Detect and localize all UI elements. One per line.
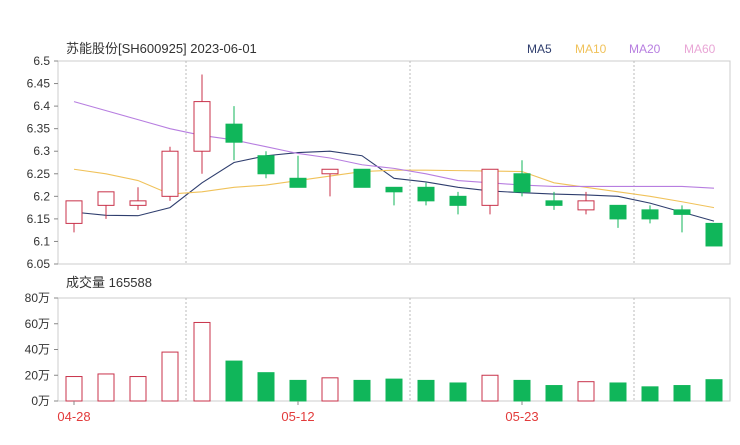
- price-tick-label: 6.4: [33, 99, 50, 113]
- candle-body-up: [481, 168, 499, 206]
- x-axis: 04-28 05-12 05-23: [57, 401, 539, 424]
- volume-bar-up: [321, 377, 339, 402]
- stock-chart: 苏能股份[SH600925] 2023-06-01 MA5 MA10 MA20 MA6…: [0, 0, 740, 440]
- candle-body-down: [609, 204, 627, 220]
- candle: [225, 106, 243, 161]
- price-tick-label: 6.45: [27, 77, 51, 91]
- candle-body-up: [193, 101, 211, 152]
- volume-bar-down: [705, 379, 723, 402]
- price-frame: [57, 60, 731, 265]
- candle: [65, 200, 83, 233]
- legend-item-ma20: MA20: [629, 42, 661, 56]
- x-tick-label: 04-28: [57, 409, 90, 424]
- volume-bar-down: [673, 385, 691, 402]
- candle: [385, 186, 403, 206]
- volume-bar-up: [193, 321, 211, 402]
- volume-tick-label: 20万: [25, 368, 50, 382]
- price-tick-label: 6.3: [33, 144, 50, 158]
- volume-tick-label: 60万: [25, 317, 50, 331]
- candle: [321, 168, 339, 197]
- volume-bar-down: [225, 360, 243, 402]
- volume-bar-up: [161, 351, 179, 402]
- volume-tick-label: 0万: [31, 394, 50, 408]
- chart-canvas: 苏能股份[SH600925] 2023-06-01 MA5 MA10 MA20 MA6…: [25, 41, 731, 424]
- volume-bar-down: [289, 379, 307, 402]
- volume-bar-down: [513, 379, 531, 402]
- volume-tick-label: 80万: [25, 291, 50, 305]
- volume-bar-down: [417, 379, 435, 402]
- price-tick-label: 6.35: [27, 122, 51, 136]
- legend-item-ma60: MA60: [684, 42, 716, 56]
- candle-body-down: [257, 155, 275, 175]
- candle-body-up: [65, 200, 83, 224]
- candle-body-down: [705, 222, 723, 247]
- candle: [257, 151, 275, 179]
- volume-bar-up: [65, 376, 83, 402]
- candle-body-up: [161, 150, 179, 197]
- volume-bar-down: [545, 385, 563, 402]
- candle-body-down: [513, 173, 531, 193]
- candle: [289, 155, 307, 188]
- price-tick-label: 6.1: [33, 234, 50, 248]
- candle: [673, 205, 691, 233]
- candle: [641, 205, 659, 224]
- candle-body-down: [673, 209, 691, 215]
- legend: MA5 MA10 MA20 MA60: [527, 42, 716, 56]
- candle-body-down: [417, 186, 435, 202]
- candle-body-up: [577, 200, 595, 211]
- price-tick-label: 6.2: [33, 189, 50, 203]
- price-tick-label: 6.05: [27, 257, 51, 271]
- candle-body-up: [129, 200, 147, 206]
- volume-panel: 80万 60万 40万 20万 0万: [25, 291, 731, 408]
- volume-label: 成交量 165588: [66, 275, 152, 290]
- candle: [513, 160, 531, 197]
- volume-bar-down: [257, 372, 275, 402]
- volume-bar-up: [481, 374, 499, 402]
- volume-tick-label: 40万: [25, 343, 50, 357]
- candle: [417, 182, 435, 206]
- candle: [481, 168, 499, 215]
- candle-body-down: [545, 200, 563, 206]
- candle-body-down: [641, 209, 659, 220]
- candle: [609, 204, 627, 228]
- candle-body-up: [321, 168, 339, 175]
- candle-body-down: [353, 168, 371, 188]
- candle-body-down: [449, 195, 467, 206]
- volume-bar-down: [641, 386, 659, 402]
- volume-bar-down: [449, 382, 467, 402]
- candle-body-down: [289, 177, 307, 188]
- x-tick-label: 05-12: [281, 409, 314, 424]
- chart-title: 苏能股份[SH600925] 2023-06-01: [66, 41, 257, 56]
- volume-bar-down: [609, 382, 627, 402]
- candle: [353, 168, 371, 188]
- candle: [193, 74, 211, 174]
- x-tick-label: 05-23: [505, 409, 538, 424]
- candle-body-down: [385, 186, 403, 193]
- candle: [705, 222, 723, 247]
- candle: [129, 187, 147, 210]
- volume-bar-up: [577, 381, 595, 402]
- candle-body-down: [225, 123, 243, 143]
- volume-bar-up: [97, 373, 115, 402]
- candle: [449, 191, 467, 215]
- volume-bar-down: [385, 378, 403, 402]
- price-tick-label: 6.15: [27, 212, 51, 226]
- price-tick-label: 6.25: [27, 167, 51, 181]
- candle: [161, 146, 179, 201]
- legend-item-ma10: MA10: [575, 42, 607, 56]
- legend-item-ma5: MA5: [527, 42, 552, 56]
- price-panel: 6.5 6.45 6.4 6.35 6.3 6.25 6.2 6.15 6.1 6.05: [27, 54, 731, 271]
- price-tick-label: 6.5: [33, 54, 50, 68]
- volume-bar-down: [353, 379, 371, 402]
- volume-bar-up: [129, 376, 147, 402]
- candle-body-up: [97, 191, 115, 206]
